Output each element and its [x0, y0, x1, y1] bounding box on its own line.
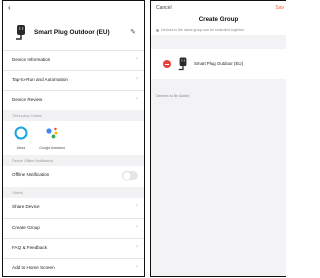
pencil-icon[interactable]: ✎ — [130, 28, 136, 36]
device-settings-screen: ‹ Smart Plug Outdoor (EU) ✎ Device Infor… — [2, 0, 145, 277]
section-header-others: Others — [3, 187, 144, 198]
chevron-right-icon: › — [136, 96, 138, 102]
row-offline-notification: Offline Notification — [3, 166, 144, 186]
cancel-button[interactable]: Cancel — [156, 5, 172, 11]
group-info-text: Devices in the same group can be control… — [161, 28, 245, 32]
device-name: Smart Plug Outdoor (EU) — [34, 29, 110, 36]
group-member-item: Smart Plug Outdoor (EU) — [151, 49, 286, 79]
create-group-header: Cancel Sav Create Group Devices in the s… — [151, 1, 286, 35]
row-create-group[interactable]: Create Group › — [3, 218, 144, 238]
device-header: Smart Plug Outdoor (EU) ✎ — [3, 14, 144, 50]
member-device-name: Smart Plug Outdoor (EU) — [194, 61, 244, 66]
save-button[interactable]: Sav — [275, 5, 284, 11]
row-faq-feedback[interactable]: FAQ & Feedback › — [3, 238, 144, 258]
smart-plug-icon — [178, 57, 187, 71]
back-button[interactable]: ‹ — [8, 3, 11, 12]
info-dot-icon — [156, 28, 159, 32]
google-assistant-label: Google Assistant — [39, 146, 65, 150]
chevron-right-icon: › — [136, 203, 138, 209]
row-device-information[interactable]: Device Information › — [3, 50, 144, 70]
google-assistant-item[interactable]: Google Assistant — [39, 126, 65, 151]
row-label: Tap-to-Run and Automation — [12, 77, 68, 82]
row-label: Device Information — [12, 57, 51, 62]
row-label: Share Device — [12, 204, 40, 209]
chevron-right-icon: › — [136, 264, 138, 270]
alexa-item[interactable]: Alexa — [8, 126, 34, 151]
remove-icon[interactable] — [163, 60, 171, 68]
row-tap-to-run[interactable]: Tap-to-Run and Automation › — [3, 70, 144, 90]
row-label: Create Group — [12, 225, 40, 230]
alexa-icon — [14, 126, 28, 140]
row-label: Device Review — [12, 97, 43, 102]
section-label: Others — [12, 190, 23, 195]
section-header-third-party: Third-party Control — [3, 110, 144, 121]
row-add-to-home-screen[interactable]: Add to Home Screen › — [3, 258, 144, 276]
section-label: Device Offline Notification — [12, 158, 54, 163]
chevron-right-icon: › — [136, 56, 138, 62]
row-device-review[interactable]: Device Review › — [3, 90, 144, 110]
section-label: Third-party Control — [12, 113, 42, 118]
chevron-right-icon: › — [136, 224, 138, 230]
row-label: Offline Notification — [12, 172, 50, 177]
row-share-device[interactable]: Share Device › — [3, 198, 144, 218]
row-label: FAQ & Feedback — [12, 245, 47, 250]
page-title: Create Group — [198, 16, 239, 23]
chevron-right-icon: › — [136, 76, 138, 82]
alexa-label: Alexa — [16, 146, 26, 150]
smart-plug-icon — [16, 25, 25, 40]
row-label: Add to Home Screen — [12, 265, 55, 270]
google-assistant-icon — [46, 127, 58, 139]
section-header-offline: Device Offline Notification — [3, 155, 144, 166]
group-info-note: Devices in the same group can be control… — [156, 28, 245, 32]
devices-to-be-added-label: Devices to Be Added — [156, 94, 190, 98]
third-party-control-list: Alexa Google Assistant — [3, 122, 144, 155]
chevron-right-icon: › — [136, 244, 138, 250]
offline-notification-toggle[interactable] — [122, 171, 138, 180]
create-group-screen: Cancel Sav Create Group Devices in the s… — [150, 0, 286, 277]
